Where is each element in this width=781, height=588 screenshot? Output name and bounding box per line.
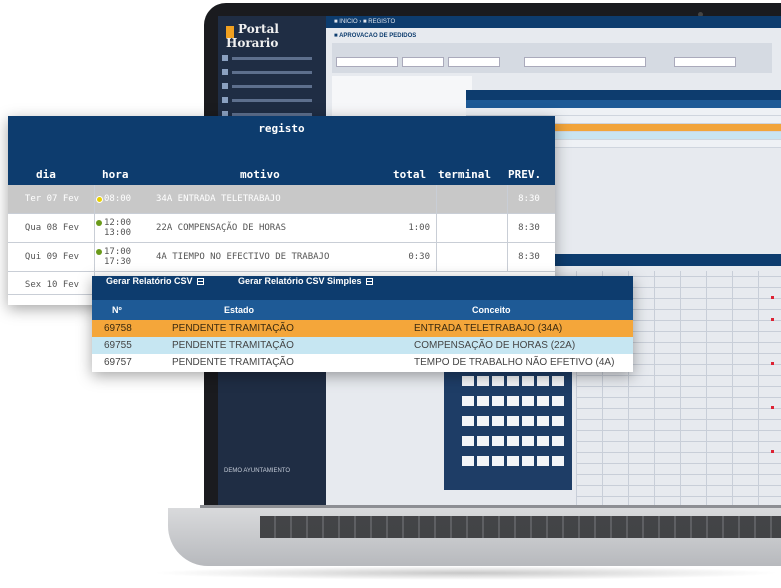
generate-csv-simple-label: Gerar Relatório CSV Simples <box>238 276 362 286</box>
cell-prev: 8:30 <box>518 252 540 262</box>
filter-select[interactable] <box>674 57 736 67</box>
mini-csv-bar <box>466 90 781 100</box>
breadcrumb: ■ INICIO › ■ REGISTO <box>326 16 781 28</box>
sidebar-item[interactable] <box>222 96 320 105</box>
laptop-shadow <box>150 566 781 580</box>
laptop-keyboard <box>260 516 781 538</box>
cell-conceito: ENTRADA TELETRABAJO (34A) <box>414 323 563 334</box>
table-row[interactable]: 69757 PENDENTE TRAMITAÇÃO TEMPO DE TRABA… <box>92 354 633 371</box>
cell-total: 0:30 <box>408 252 430 262</box>
col-header-prev: PREV. <box>508 168 542 181</box>
sidebar-item[interactable] <box>222 68 320 77</box>
status-mark <box>771 296 774 299</box>
table-row[interactable]: Ter 07 Fev 08:00 34A ENTRADA TELETRABAJO… <box>8 185 555 214</box>
csv-requests-panel: Gerar Relatório CSV Gerar Relatório CSV … <box>92 276 633 372</box>
hora-end: 17:30 <box>104 257 132 267</box>
cell-motivo: 4A TIEMPO NO EFECTIVO DE TRABAJO <box>156 252 330 262</box>
col-header-conceito: Conceito <box>472 305 511 315</box>
hora-end: 13:00 <box>104 228 132 238</box>
cell-n: 69755 <box>104 340 132 351</box>
registo-header: registo dia hora motivo total terminal P… <box>8 116 555 185</box>
sidebar-footer: DEMO AYUNTAMIENTO <box>224 468 291 474</box>
filter-select[interactable] <box>402 57 444 67</box>
cell-dia: Ter 07 Fev <box>10 185 95 213</box>
cell-prev: 8:30 <box>518 223 540 233</box>
mini-calendar <box>444 370 572 490</box>
logo-mark-icon <box>226 26 234 38</box>
table-icon <box>196 278 204 285</box>
nav-icon <box>222 55 228 61</box>
status-mark <box>771 362 774 365</box>
dot-icon <box>96 249 102 255</box>
cell-n: 69758 <box>104 323 132 334</box>
col-header-estado: Estado <box>224 305 255 315</box>
sidebar-item[interactable] <box>222 82 320 91</box>
cell-estado: PENDENTE TRAMITAÇÃO <box>172 357 294 368</box>
cell-terminal <box>436 185 508 213</box>
table-row[interactable]: Qui 09 Fev 17:00 17:30 4A TIEMPO NO EFEC… <box>8 243 555 272</box>
cell-dia: Qua 08 Fev <box>10 214 95 242</box>
nav-icon <box>222 97 228 103</box>
cell-estado: PENDENTE TRAMITAÇÃO <box>172 340 294 351</box>
app-logo: Portal Horario <box>226 22 326 50</box>
status-mark <box>771 318 774 321</box>
cell-conceito: TEMPO DE TRABALHO NÃO EFETIVO (4A) <box>414 357 615 368</box>
csv-toolbar: Gerar Relatório CSV Gerar Relatório CSV … <box>92 276 633 300</box>
cell-estado: PENDENTE TRAMITAÇÃO <box>172 323 294 334</box>
dot-icon <box>96 220 102 226</box>
cell-total: 1:00 <box>408 223 430 233</box>
cell-terminal <box>436 243 508 271</box>
nav-icon <box>222 83 228 89</box>
col-header-hora: hora <box>102 168 129 181</box>
table-icon <box>365 278 373 285</box>
table-row[interactable]: 69755 PENDENTE TRAMITAÇÃO COMPENSAÇÃO DE… <box>92 337 633 354</box>
generate-csv-label: Gerar Relatório CSV <box>106 276 193 286</box>
hora-start: 12:00 <box>104 218 132 228</box>
filter-select[interactable] <box>524 57 646 67</box>
generate-csv-link[interactable]: Gerar Relatório CSV <box>106 276 204 286</box>
cell-motivo: 22A COMPENSAÇÃO DE HORAS <box>156 223 287 233</box>
col-header-dia: dia <box>36 168 56 181</box>
cell-conceito: COMPENSAÇÃO DE HORAS (22A) <box>414 340 576 351</box>
hora-start: 17:00 <box>104 247 132 257</box>
filter-select[interactable] <box>336 57 398 67</box>
cell-prev: 8:30 <box>518 194 540 204</box>
cell-motivo: 34A ENTRADA TELETRABAJO <box>156 194 281 204</box>
sidebar-item[interactable] <box>222 54 320 63</box>
generate-csv-simple-link[interactable]: Gerar Relatório CSV Simples <box>238 276 373 286</box>
filter-select[interactable] <box>448 57 500 67</box>
mini-row <box>466 108 781 116</box>
col-header-n: Nº <box>112 305 122 315</box>
status-mark <box>771 450 774 453</box>
col-header-motivo: motivo <box>240 168 280 181</box>
col-header-terminal: terminal <box>438 168 491 181</box>
nav-icon <box>222 69 228 75</box>
registo-title: registo <box>258 122 305 135</box>
dot-icon <box>96 196 103 203</box>
mini-csv-header <box>466 100 781 108</box>
cell-dia: Qui 09 Fev <box>10 243 95 271</box>
section-title: ■ APROVACAO DE PEDIDOS <box>334 33 417 39</box>
cell-n: 69757 <box>104 357 132 368</box>
filter-panel <box>332 43 772 73</box>
cell-dia: Sex 10 Fev <box>10 272 95 294</box>
col-header-total: total <box>393 168 427 181</box>
status-mark <box>771 406 774 409</box>
csv-table-header: Nº Estado Conceito <box>92 300 633 320</box>
cell-terminal <box>436 214 508 242</box>
table-row[interactable]: Qua 08 Fev 12:00 13:00 22A COMPENSAÇÃO D… <box>8 214 555 243</box>
table-row[interactable]: 69758 PENDENTE TRAMITAÇÃO ENTRADA TELETR… <box>92 320 633 337</box>
